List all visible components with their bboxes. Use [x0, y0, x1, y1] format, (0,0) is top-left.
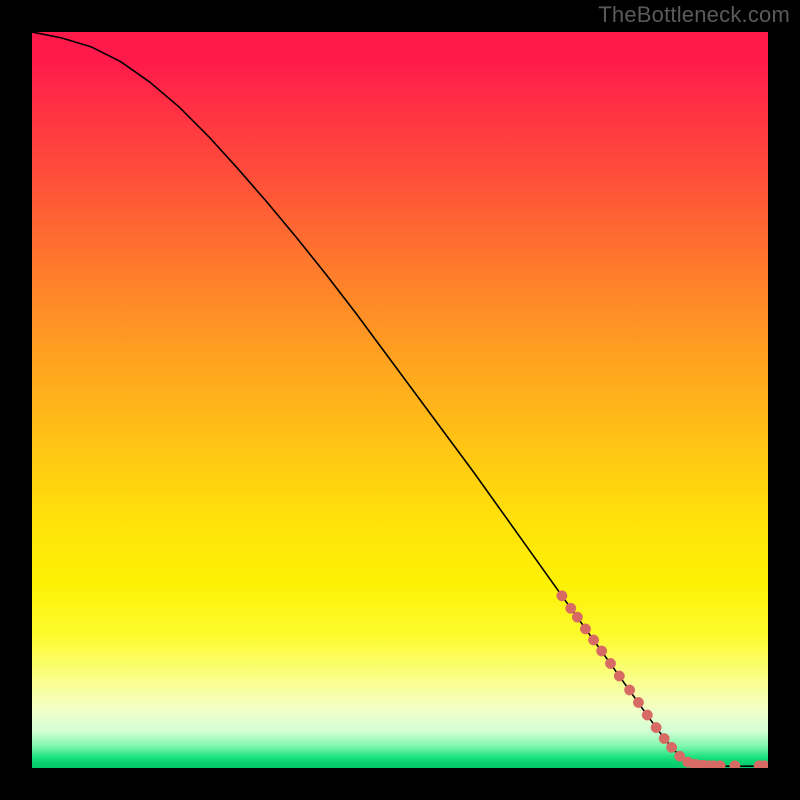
data-point [605, 658, 615, 668]
data-point [651, 722, 661, 732]
data-point [730, 761, 740, 768]
data-point [596, 646, 606, 656]
bottleneck-curve [32, 32, 768, 766]
data-point [642, 710, 652, 720]
data-point [614, 671, 624, 681]
data-points-group [557, 591, 768, 768]
data-point [633, 697, 643, 707]
data-point [557, 591, 567, 601]
chart-svg [32, 32, 768, 768]
data-point [666, 742, 676, 752]
data-point [572, 612, 582, 622]
chart-frame: TheBottleneck.com [0, 0, 800, 800]
data-point [566, 603, 576, 613]
data-point [624, 685, 634, 695]
plot-area [32, 32, 768, 768]
data-point [588, 635, 598, 645]
data-point [659, 733, 669, 743]
data-point [580, 624, 590, 634]
watermark-text: TheBottleneck.com [598, 2, 790, 28]
